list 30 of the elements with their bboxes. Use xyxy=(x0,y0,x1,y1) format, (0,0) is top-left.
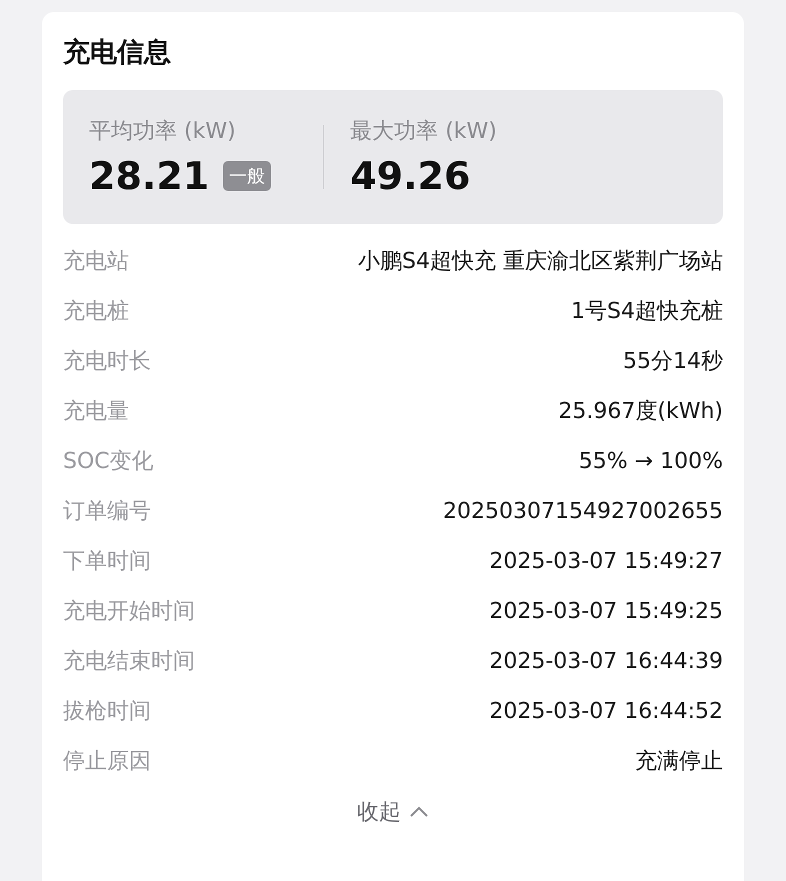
detail-label: 拔枪时间 xyxy=(63,698,151,726)
stat-label: 平均功率 (kW) xyxy=(89,118,237,146)
detail-value: 小鹏S4超快充 重庆渝北区紫荆广场站 xyxy=(358,248,723,276)
detail-label: 充电桩 xyxy=(63,298,129,326)
detail-value: 2025-03-07 16:44:39 xyxy=(489,648,723,674)
stat-value: 49.26 xyxy=(350,154,470,198)
detail-label: 充电站 xyxy=(63,248,129,276)
detail-value: 充满停止 xyxy=(635,748,723,776)
detail-label: 订单编号 xyxy=(63,498,151,526)
rating-badge: 一般 xyxy=(223,161,272,191)
stat-value: 28.21 xyxy=(89,154,210,198)
detail-label: 充电结束时间 xyxy=(63,648,195,676)
detail-label: SOC变化 xyxy=(63,448,154,476)
detail-label: 充电量 xyxy=(63,398,129,426)
detail-label: 充电开始时间 xyxy=(63,598,195,626)
chevron-icon xyxy=(409,806,429,818)
detail-value: 55% → 100% xyxy=(578,448,723,474)
detail-value: 20250307154927002655 xyxy=(443,498,723,524)
detail-value: 1号S4超快充桩 xyxy=(571,298,723,326)
detail-value: 2025-03-07 15:49:27 xyxy=(489,548,723,574)
detail-label: 停止原因 xyxy=(63,748,151,776)
detail-label: 充电时长 xyxy=(63,348,151,376)
detail-label: 下单时间 xyxy=(63,548,151,576)
detail-value: 55分14秒 xyxy=(623,348,723,376)
detail-value: 25.967度(kWh) xyxy=(558,398,723,426)
collapse-button[interactable]: 收起 xyxy=(351,796,435,828)
detail-value: 2025-03-07 16:44:52 xyxy=(489,698,723,724)
section-title: 充电信息 xyxy=(63,36,172,70)
detail-value: 2025-03-07 15:49:25 xyxy=(489,598,723,624)
stat-label: 最大功率 (kW) xyxy=(350,118,497,146)
